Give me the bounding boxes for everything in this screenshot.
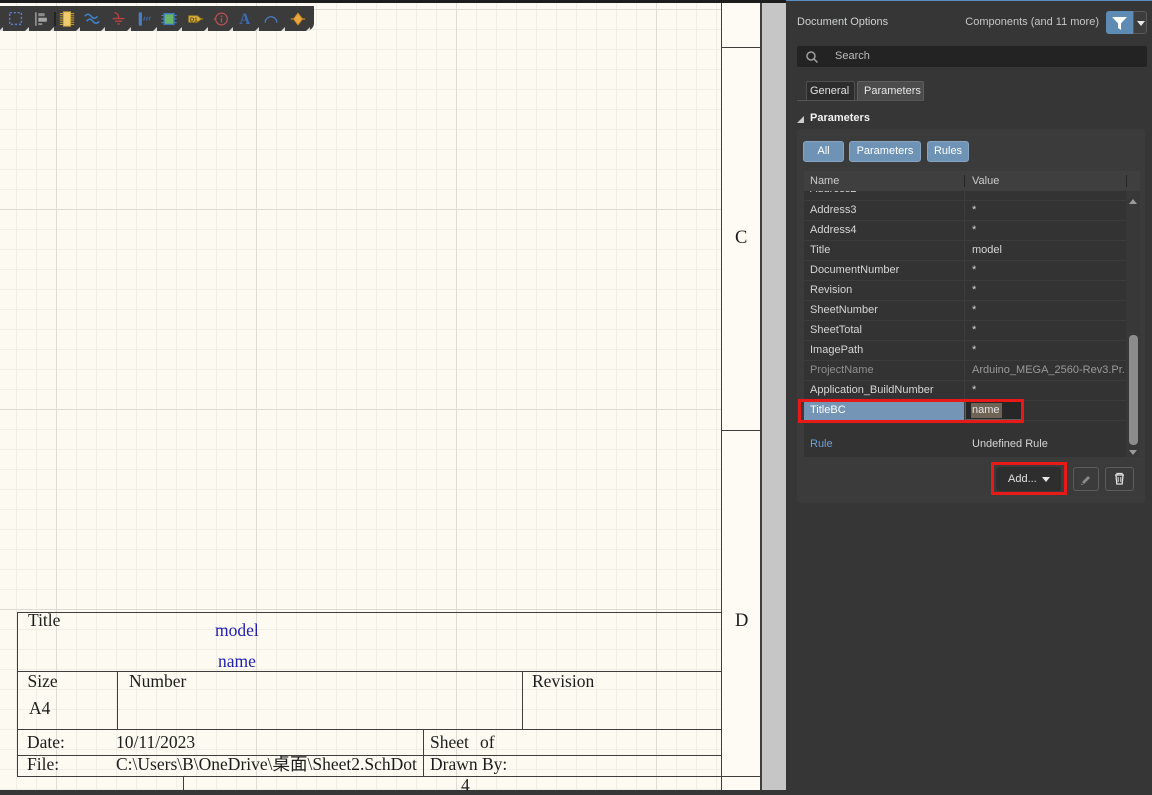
- svg-text:A: A: [239, 11, 250, 28]
- svg-text:D1: D1: [190, 17, 198, 23]
